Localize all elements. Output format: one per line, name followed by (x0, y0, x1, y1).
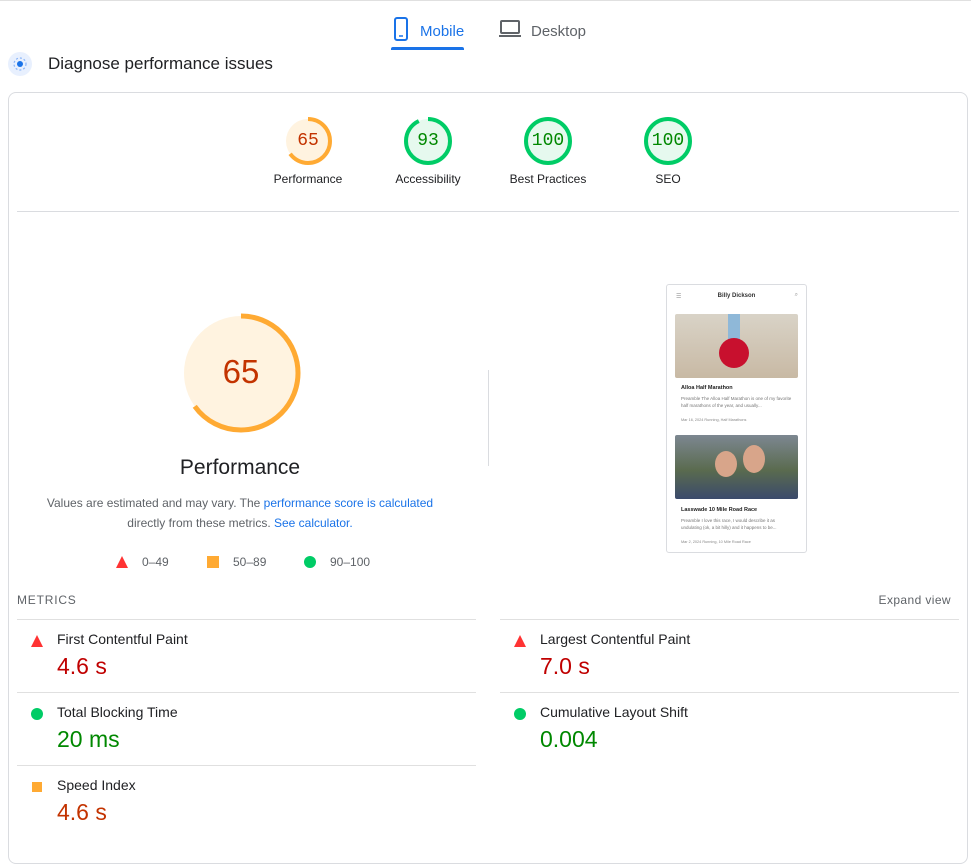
preview-post1-meta: Mar 16, 2024 Running, Half Marathons (681, 418, 747, 422)
preview-post2-image (675, 435, 798, 499)
legend-pass-label: 90–100 (330, 555, 371, 569)
metric-fcp: First Contentful Paint 4.6 s (17, 621, 457, 691)
square-icon (207, 556, 219, 568)
see-calculator-link[interactable]: See calculator. (274, 516, 353, 530)
performance-score: 65 (297, 131, 319, 151)
si-label: Speed Index (57, 777, 136, 793)
score-note: Values are estimated and may vary. The p… (30, 493, 450, 533)
top-border (0, 0, 971, 1)
gauge-seo[interactable]: 100 SEO (608, 116, 728, 186)
cls-value: 0.004 (540, 726, 598, 752)
metric-divider (17, 765, 476, 766)
score-calculated-link[interactable]: performance score is calculated (264, 496, 433, 510)
legend-average: 50–89 (207, 555, 266, 569)
desktop-icon (499, 20, 521, 42)
page-screenshot-preview[interactable]: ☰ Billy Dickson ⌕ Alloa Half Marathon Pr… (666, 284, 807, 553)
preview-post2-meta: Mar 2, 2024 Running, 10 Mile Road Race (681, 540, 751, 544)
note-mid: directly from these metrics. (127, 516, 274, 530)
triangle-icon (31, 635, 43, 647)
legend-pass: 90–100 (304, 555, 370, 569)
diagnose-header: Diagnose performance issues (8, 50, 273, 78)
tab-desktop[interactable]: Desktop (499, 12, 586, 50)
accessibility-score: 93 (417, 131, 439, 151)
vertical-divider (488, 370, 489, 466)
fcp-label: First Contentful Paint (57, 631, 188, 647)
best-practices-label: Best Practices (509, 172, 587, 186)
tbt-label: Total Blocking Time (57, 704, 178, 720)
best-practices-score: 100 (531, 131, 565, 151)
seo-score: 100 (651, 131, 685, 151)
note-prefix: Values are estimated and may vary. The (46, 496, 264, 510)
device-tabs: Mobile Desktop (0, 12, 971, 52)
mobile-icon (392, 17, 410, 45)
circle-icon (31, 708, 43, 720)
preview-site-title: Billy Dickson (717, 293, 756, 299)
metric-lcp: Largest Contentful Paint 7.0 s (500, 621, 940, 691)
expand-view-button[interactable]: Expand view (879, 593, 951, 607)
square-icon (32, 782, 42, 792)
lcp-label: Largest Contentful Paint (540, 631, 691, 647)
lighthouse-icon (8, 52, 32, 76)
lcp-value: 7.0 s (540, 653, 590, 679)
legend-average-label: 50–89 (233, 555, 267, 569)
preview-post1-image (675, 314, 798, 378)
circle-icon (304, 556, 316, 568)
gauge-performance[interactable]: 65 Performance (248, 116, 368, 186)
legend-fail: 0–49 (116, 555, 169, 569)
tab-mobile[interactable]: Mobile (392, 12, 464, 50)
gauge-best-practices[interactable]: 100 Best Practices (488, 116, 608, 186)
preview-post1-title: Alloa Half Marathon (681, 385, 733, 391)
seo-label: SEO (655, 172, 681, 186)
medal-shape (719, 338, 749, 368)
active-tab-indicator (391, 47, 464, 50)
tab-mobile-label: Mobile (420, 22, 465, 40)
page-title: Diagnose performance issues (48, 54, 273, 73)
accessibility-label: Accessibility (395, 172, 461, 186)
metric-divider (500, 619, 959, 620)
metric-divider (500, 692, 959, 693)
tbt-value: 20 ms (57, 726, 120, 752)
tab-desktop-label: Desktop (531, 22, 587, 40)
performance-label: Performance (273, 172, 343, 186)
triangle-icon (514, 635, 526, 647)
main-performance-score: 65 (222, 353, 260, 390)
metric-divider (17, 692, 476, 693)
ribbon-shape (728, 314, 740, 340)
search-icon: ⌕ (794, 292, 798, 298)
preview-post2-title: Lasswade 10 Mile Road Race (681, 507, 758, 513)
main-performance-title: Performance (179, 456, 301, 479)
face-shape (743, 445, 765, 473)
fcp-value: 4.6 s (57, 653, 107, 679)
metric-si: Speed Index 4.6 s (17, 767, 457, 837)
preview-post2-excerpt: Preamble I love this race, I would descr… (681, 518, 777, 530)
triangle-icon (116, 556, 128, 568)
circle-icon (514, 708, 526, 720)
metric-divider (17, 619, 476, 620)
cls-label: Cumulative Layout Shift (540, 704, 688, 720)
metrics-heading: METRICS (17, 593, 77, 607)
gauges-divider (17, 211, 959, 212)
si-value: 4.6 s (57, 799, 107, 825)
face-shape (715, 451, 737, 477)
gauge-accessibility[interactable]: 93 Accessibility (368, 116, 488, 186)
preview-post1-excerpt: Preamble The Alloa Half Marathon is one … (681, 396, 792, 408)
metric-cls: Cumulative Layout Shift 0.004 (500, 694, 940, 764)
legend-fail-label: 0–49 (142, 555, 169, 569)
metric-tbt: Total Blocking Time 20 ms (17, 694, 457, 764)
